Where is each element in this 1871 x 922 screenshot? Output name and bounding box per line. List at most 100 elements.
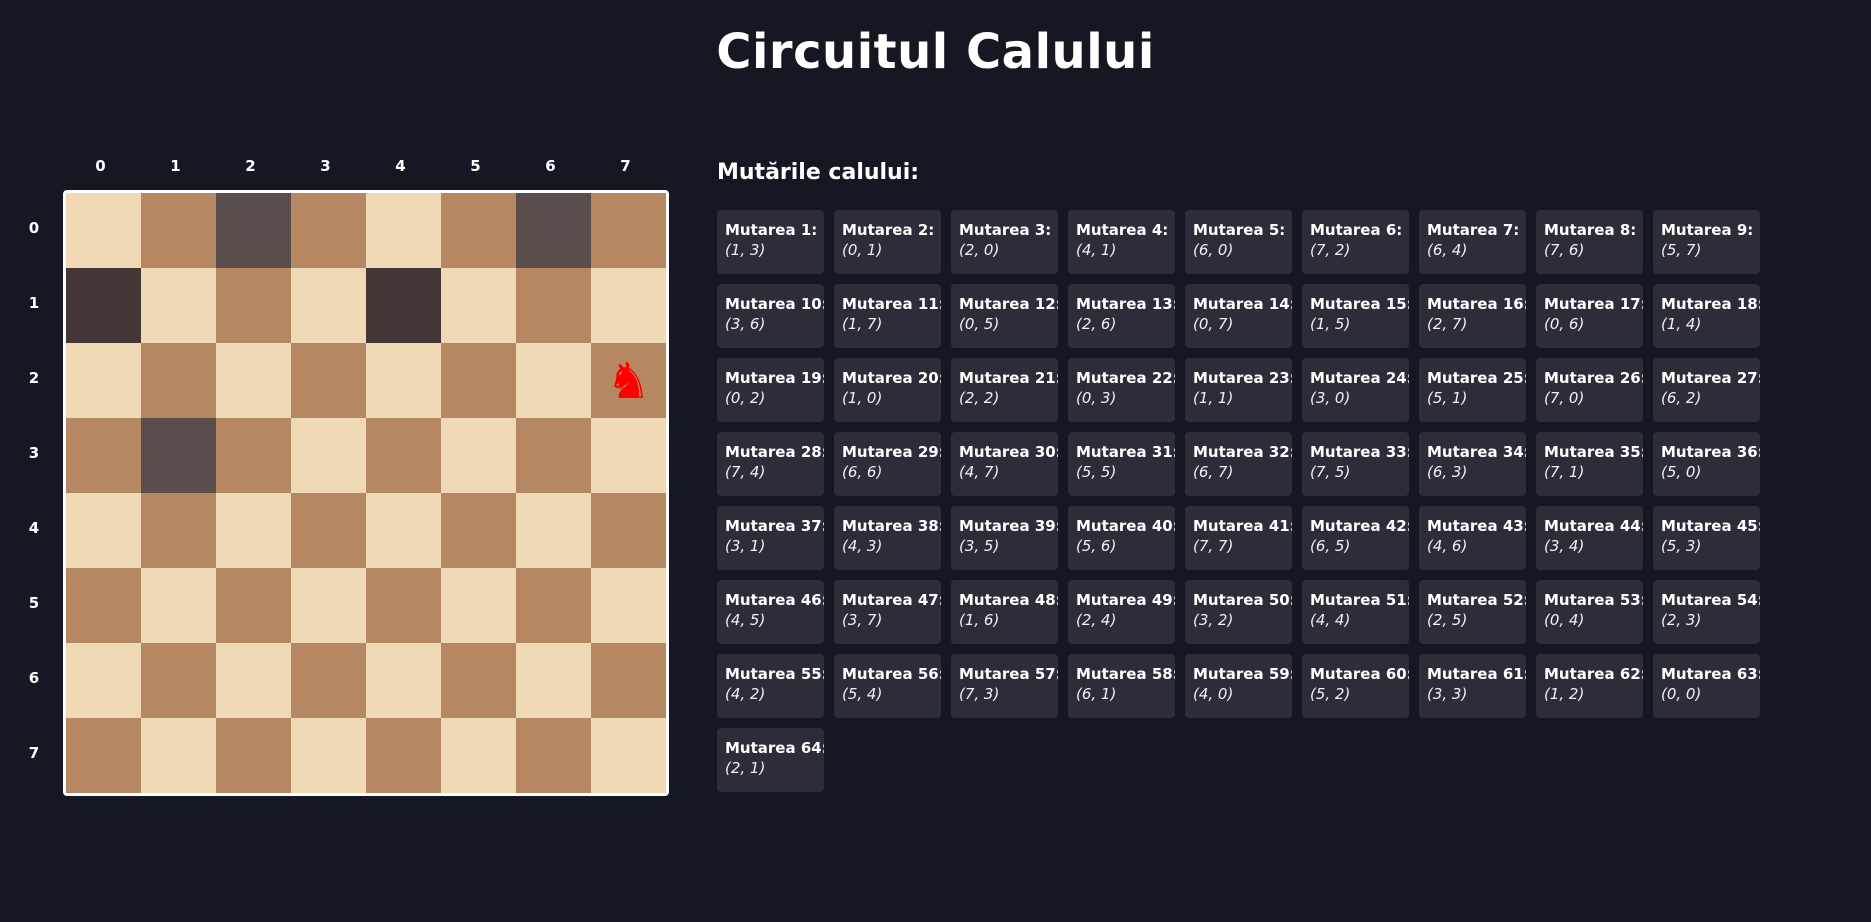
board-square[interactable]: [516, 643, 591, 718]
board-square[interactable]: [216, 418, 291, 493]
board-square[interactable]: [591, 643, 666, 718]
board-square[interactable]: [216, 343, 291, 418]
move-label: Mutarea 63:: [1661, 665, 1760, 683]
move-card: Mutarea 36: (5, 0): [1653, 432, 1760, 496]
board-square[interactable]: [66, 718, 141, 793]
move-coordinate: (5, 7): [1661, 241, 1702, 259]
board-square[interactable]: [516, 568, 591, 643]
board-square[interactable]: [591, 568, 666, 643]
move-card: Mutarea 4: (4, 1): [1068, 210, 1175, 274]
move-coordinate: (6, 3): [1427, 463, 1468, 481]
board-square[interactable]: [441, 568, 516, 643]
move-coordinate: (3, 3): [1427, 685, 1468, 703]
board-square[interactable]: [441, 643, 516, 718]
board-square[interactable]: [141, 718, 216, 793]
board-square[interactable]: [441, 268, 516, 343]
move-card: Mutarea 46: (4, 5): [717, 580, 824, 644]
board-square[interactable]: [366, 643, 441, 718]
board-square[interactable]: [291, 718, 366, 793]
board-square[interactable]: [141, 193, 216, 268]
move-label: Mutarea 26:: [1544, 369, 1643, 387]
board-square[interactable]: [591, 193, 666, 268]
move-card: Mutarea 31: (5, 5): [1068, 432, 1175, 496]
board-square[interactable]: [516, 718, 591, 793]
move-card: Mutarea 8: (7, 6): [1536, 210, 1643, 274]
board-square[interactable]: [141, 643, 216, 718]
move-label: Mutarea 41:: [1193, 517, 1292, 535]
board-square[interactable]: [366, 343, 441, 418]
board-square[interactable]: [216, 718, 291, 793]
move-card: Mutarea 59: (4, 0): [1185, 654, 1292, 718]
board-square[interactable]: [216, 193, 291, 268]
move-card: Mutarea 25: (5, 1): [1419, 358, 1526, 422]
board-square[interactable]: [66, 493, 141, 568]
board-square[interactable]: [66, 643, 141, 718]
board-square[interactable]: [141, 493, 216, 568]
move-card: Mutarea 15: (1, 5): [1302, 284, 1409, 348]
board-square[interactable]: [291, 643, 366, 718]
move-label: Mutarea 43:: [1427, 517, 1526, 535]
move-label: Mutarea 19:: [725, 369, 824, 387]
board-square[interactable]: [441, 343, 516, 418]
board-square[interactable]: [216, 268, 291, 343]
board-square[interactable]: [591, 718, 666, 793]
move-label: Mutarea 61:: [1427, 665, 1526, 683]
row-label: 6: [28, 668, 40, 687]
board-square[interactable]: [141, 343, 216, 418]
board-square[interactable]: [291, 343, 366, 418]
board-square[interactable]: [216, 568, 291, 643]
move-label: Mutarea 64:: [725, 739, 824, 757]
move-label: Mutarea 21:: [959, 369, 1058, 387]
board-square[interactable]: [291, 193, 366, 268]
board-square[interactable]: ♞: [591, 343, 666, 418]
board-square[interactable]: [141, 418, 216, 493]
move-label: Mutarea 28:: [725, 443, 824, 461]
column-label: 1: [170, 157, 181, 175]
board-square[interactable]: [366, 193, 441, 268]
move-coordinate: (3, 6): [725, 315, 766, 333]
board-square[interactable]: [66, 418, 141, 493]
move-card: Mutarea 47: (3, 7): [834, 580, 941, 644]
move-coordinate: (6, 4): [1427, 241, 1468, 259]
board-square[interactable]: [366, 718, 441, 793]
move-label: Mutarea 15:: [1310, 295, 1409, 313]
board-square[interactable]: [291, 568, 366, 643]
move-label: Mutarea 17:: [1544, 295, 1643, 313]
board-square[interactable]: [141, 568, 216, 643]
board-square[interactable]: [441, 493, 516, 568]
board-square[interactable]: [291, 493, 366, 568]
move-label: Mutarea 38:: [842, 517, 941, 535]
board-square[interactable]: [516, 193, 591, 268]
board-square[interactable]: [216, 643, 291, 718]
board-square[interactable]: [441, 193, 516, 268]
board-square[interactable]: [141, 268, 216, 343]
board-square[interactable]: [66, 193, 141, 268]
move-coordinate: (0, 3): [1076, 389, 1117, 407]
board-square[interactable]: [291, 418, 366, 493]
move-card: Mutarea 19: (0, 2): [717, 358, 824, 422]
move-label: Mutarea 25:: [1427, 369, 1526, 387]
board-square[interactable]: [516, 418, 591, 493]
board-square[interactable]: [366, 568, 441, 643]
move-card: Mutarea 54: (2, 3): [1653, 580, 1760, 644]
board-square[interactable]: [366, 418, 441, 493]
board-square[interactable]: [366, 493, 441, 568]
board-square[interactable]: [516, 268, 591, 343]
board-square[interactable]: [291, 268, 366, 343]
board-square[interactable]: [366, 268, 441, 343]
move-card: Mutarea 60: (5, 2): [1302, 654, 1409, 718]
board-square[interactable]: [441, 718, 516, 793]
board-square[interactable]: [591, 268, 666, 343]
move-card: Mutarea 21: (2, 2): [951, 358, 1058, 422]
board-square[interactable]: [591, 493, 666, 568]
board-square[interactable]: [66, 568, 141, 643]
board-square[interactable]: [66, 343, 141, 418]
board-square[interactable]: [516, 493, 591, 568]
board-square[interactable]: [441, 418, 516, 493]
board-square[interactable]: [591, 418, 666, 493]
move-coordinate: (0, 5): [959, 315, 1000, 333]
move-card: Mutarea 56: (5, 4): [834, 654, 941, 718]
board-square[interactable]: [516, 343, 591, 418]
board-square[interactable]: [216, 493, 291, 568]
board-square[interactable]: [66, 268, 141, 343]
